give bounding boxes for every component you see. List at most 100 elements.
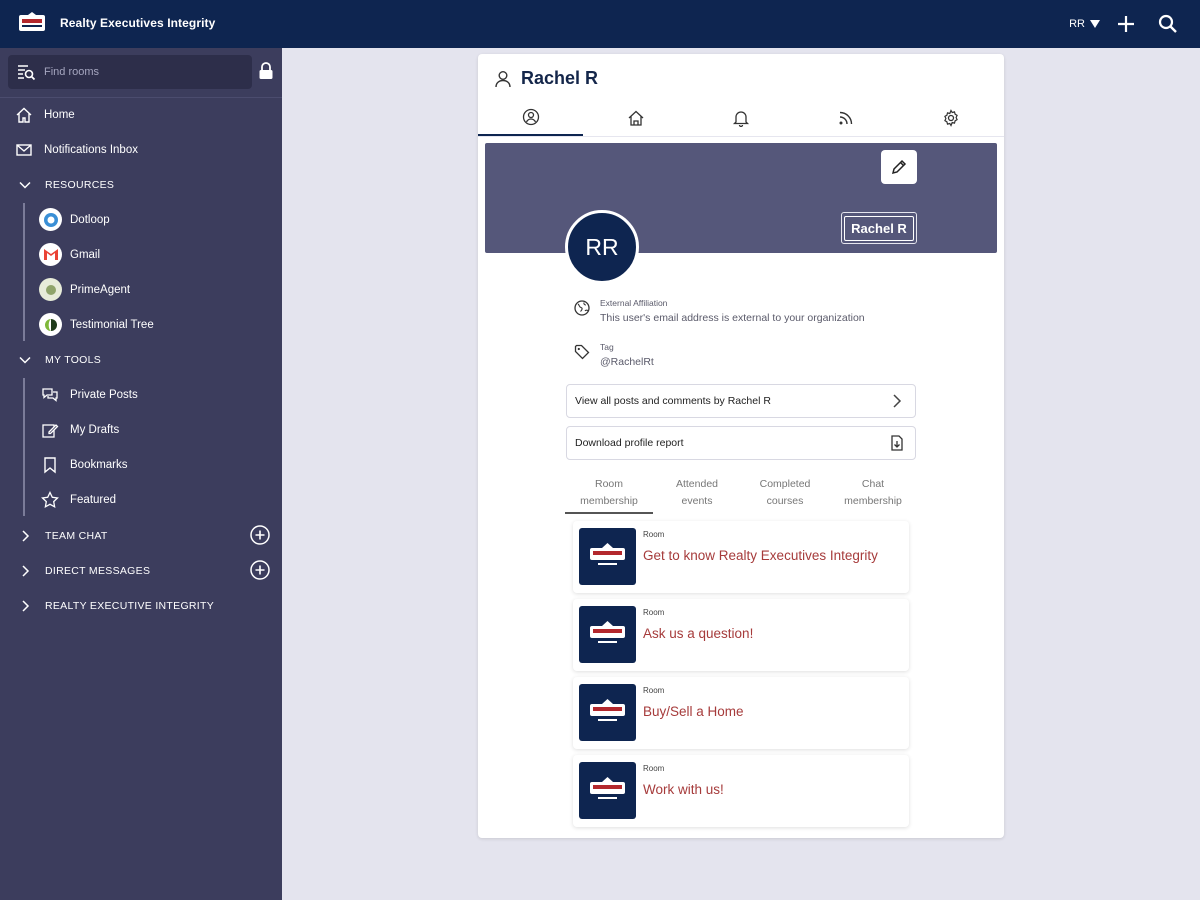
plus-icon [1118, 16, 1134, 32]
sidebar-item-dotloop[interactable]: Dotloop [0, 202, 282, 237]
subtab-line1: Room [594, 478, 623, 490]
tab-profile[interactable] [478, 100, 584, 136]
search-button[interactable] [1158, 14, 1178, 34]
tab-settings[interactable] [899, 100, 1004, 136]
tab-home[interactable] [583, 100, 688, 136]
tab-attended-events[interactable]: Attended events [653, 474, 741, 514]
room-card[interactable]: Room Ask us a question! [573, 599, 909, 671]
lock-icon[interactable] [258, 62, 274, 80]
realty-logo-icon [590, 777, 625, 799]
caret-down-icon [1090, 20, 1100, 28]
room-name: Buy/Sell a Home [643, 704, 744, 719]
tag-icon [574, 344, 590, 360]
section-title: REALTY EXECUTIVE INTEGRITY [45, 599, 215, 612]
globe-icon [574, 300, 590, 316]
sidebar-item-label: Testimonial Tree [70, 318, 154, 331]
subtab-line1: Chat [861, 478, 885, 490]
sidebar-item-private-posts[interactable]: Private Posts [0, 377, 282, 412]
gmail-icon [39, 243, 62, 266]
room-search-icon [18, 65, 36, 81]
name-badge-text: Rachel R [844, 215, 914, 241]
tab-feed[interactable] [794, 100, 899, 136]
tab-chat-membership[interactable]: Chat membership [829, 474, 917, 514]
sidebar-item-notifications[interactable]: Notifications Inbox [0, 132, 282, 167]
tag-label: Tag [600, 342, 614, 352]
chevron-right-icon [22, 565, 30, 577]
tab-completed-courses[interactable]: Completed courses [741, 474, 829, 514]
profile-name: Rachel R [521, 68, 599, 88]
room-logo [579, 606, 636, 663]
add-direct-message-icon[interactable] [249, 559, 271, 581]
download-report-button[interactable]: Download profile report [566, 426, 916, 460]
add-team-chat-icon[interactable] [249, 524, 271, 546]
section-title: RESOURCES [45, 178, 115, 191]
room-type: Room [643, 764, 665, 773]
tab-notifications[interactable] [688, 100, 793, 136]
add-button[interactable] [1116, 14, 1136, 34]
subtab-line2: events [681, 495, 713, 507]
section-direct-messages[interactable]: DIRECT MESSAGES [0, 553, 282, 588]
room-card[interactable]: Room Buy/Sell a Home [573, 677, 909, 749]
sidebar-item-bookmarks[interactable]: Bookmarks [0, 447, 282, 482]
view-posts-button[interactable]: View all posts and comments by Rachel R [566, 384, 916, 418]
mail-icon [14, 140, 34, 160]
section-realty-executive-integrity[interactable]: REALTY EXECUTIVE INTEGRITY [0, 588, 282, 623]
section-team-chat[interactable]: TEAM CHAT [0, 518, 282, 553]
bell-icon [732, 111, 750, 127]
room-logo [579, 684, 636, 741]
user-initials: RR [1069, 18, 1085, 30]
room-name: Get to know Realty Executives Integrity [643, 548, 878, 563]
name-badge: Rachel R [841, 212, 917, 244]
download-report-label: Download profile report [575, 437, 684, 449]
gear-icon [944, 109, 959, 127]
sidebar-item-gmail[interactable]: Gmail [0, 237, 282, 272]
sidebar-item-testimonial-tree[interactable]: Testimonial Tree [0, 307, 282, 342]
realty-logo-icon [590, 621, 625, 643]
section-title: DIRECT MESSAGES [45, 564, 151, 577]
tag-value: @RachelRt [600, 356, 654, 368]
room-logo [579, 528, 636, 585]
rss-icon [839, 111, 853, 125]
sidebar-item-primeagent[interactable]: PrimeAgent [0, 272, 282, 307]
profile-card: Rachel R Rachel R RR External Affiliatio… [478, 54, 1004, 838]
brand[interactable]: Realty Executives Integrity [18, 12, 215, 34]
sidebar-item-home[interactable]: Home [0, 97, 282, 132]
edit-note-icon [40, 420, 60, 440]
room-type: Room [643, 608, 665, 617]
home-icon [14, 105, 34, 125]
section-title: MY TOOLS [45, 353, 102, 366]
sidebar-item-label: Featured [70, 493, 117, 506]
sidebar-item-my-drafts[interactable]: My Drafts [0, 412, 282, 447]
bookmark-icon [40, 455, 60, 475]
top-bar: Realty Executives Integrity RR [0, 0, 1200, 48]
room-search[interactable] [8, 55, 252, 89]
realty-logo-icon [590, 699, 625, 721]
realty-logo-icon [590, 543, 625, 565]
search-icon [1158, 14, 1177, 33]
sidebar-item-featured[interactable]: Featured [0, 482, 282, 517]
subtab-line2: membership [580, 495, 638, 507]
file-download-icon [891, 435, 903, 451]
room-card[interactable]: Room Work with us! [573, 755, 909, 827]
profile-banner: Rachel R [485, 143, 997, 253]
primeagent-icon [39, 278, 62, 301]
home-icon [628, 110, 644, 126]
sidebar-item-label: PrimeAgent [70, 283, 131, 296]
external-affiliation-label: External Affiliation [600, 298, 668, 308]
testimonial-tree-icon [39, 313, 62, 336]
tabs-divider [478, 136, 1004, 137]
avatar: RR [565, 210, 639, 284]
subtab-line2: membership [844, 495, 902, 507]
user-menu[interactable]: RR [1069, 18, 1100, 30]
section-resources[interactable]: RESOURCES [0, 167, 282, 202]
chat-bubbles-icon [40, 385, 60, 405]
tab-room-membership[interactable]: Room membership [565, 474, 653, 514]
sidebar: Home Notifications Inbox RESOURCES Dotlo… [0, 48, 282, 900]
room-search-input[interactable] [44, 66, 234, 78]
sidebar-item-label: Dotloop [70, 213, 110, 226]
brand-name: Realty Executives Integrity [60, 16, 216, 30]
room-name: Work with us! [643, 782, 724, 797]
room-card[interactable]: Room Get to know Realty Executives Integ… [573, 521, 909, 593]
section-my-tools[interactable]: MY TOOLS [0, 342, 282, 377]
edit-profile-button[interactable] [881, 150, 917, 184]
